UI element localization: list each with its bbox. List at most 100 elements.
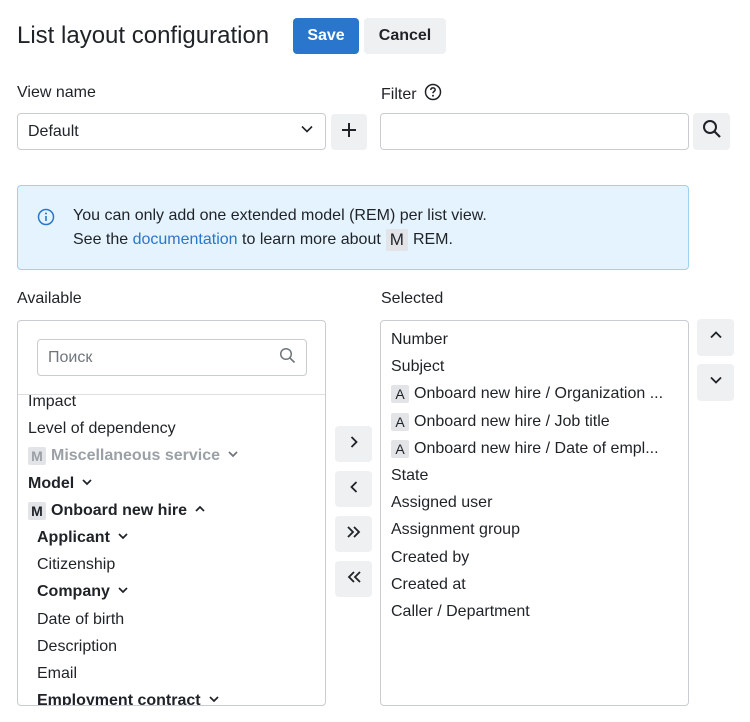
list-item-label: Assigned user [391, 494, 493, 512]
filter-label: Filter [381, 83, 442, 107]
list-item[interactable]: Date of birth [37, 610, 124, 630]
list-item-label: Level of dependency [28, 420, 176, 438]
info-icon [37, 208, 55, 231]
add-view-button[interactable] [331, 114, 367, 150]
list-item[interactable]: M Miscellaneous service [28, 446, 239, 466]
list-item[interactable]: State [391, 466, 428, 486]
filter-input[interactable] [380, 113, 689, 150]
banner-line-1: You can only add one extended model (REM… [73, 207, 487, 224]
plus-icon [340, 121, 358, 144]
list-item-label: Created by [391, 548, 470, 566]
move-right-button[interactable] [335, 426, 372, 462]
list-item-label: Citizenship [37, 556, 116, 574]
list-item[interactable]: Applicant [37, 528, 129, 548]
attribute-badge: A [391, 385, 409, 404]
chevron-down-icon [709, 373, 723, 392]
move-all-left-button[interactable] [335, 561, 372, 597]
filter-label-text: Filter [381, 86, 417, 103]
list-item[interactable]: Description [37, 637, 117, 657]
list-item-label: Applicant [37, 529, 110, 546]
list-item[interactable]: Assigned user [391, 493, 492, 513]
list-item-label: Onboard new hire [51, 501, 188, 519]
list-item[interactable]: Impact [28, 392, 76, 412]
move-all-right-button[interactable] [335, 516, 372, 552]
help-icon[interactable] [424, 83, 442, 107]
double-chevron-right-icon [346, 525, 362, 544]
list-item[interactable]: Subject [391, 357, 444, 377]
list-item[interactable]: Level of dependency [28, 419, 176, 439]
chevron-down-icon[interactable] [227, 446, 239, 466]
chevron-left-icon [347, 480, 361, 499]
list-item[interactable]: Created at [391, 575, 466, 595]
list-item[interactable]: Citizenship [37, 555, 115, 575]
list-item-label: Email [37, 665, 78, 682]
list-item-label: Created at [391, 575, 466, 593]
view-name-value: Default [28, 122, 79, 140]
list-item[interactable]: A Onboard new hire / Organization ... [391, 384, 663, 404]
chevron-down-icon [300, 122, 314, 141]
view-name-label: View name [17, 84, 96, 101]
banner-prefix: See the [73, 231, 129, 248]
documentation-link[interactable]: documentation [133, 229, 238, 251]
list-item-label: Subject [391, 358, 445, 376]
list-item-label: Onboard new hire / Organization ... [414, 385, 664, 403]
list-item-label: Onboard new hire / Date of empl... [414, 439, 659, 457]
list-item-label: Date of birth [37, 610, 125, 628]
banner-middle: to learn more about [242, 231, 381, 248]
double-chevron-left-icon [346, 570, 362, 589]
attribute-badge: A [391, 439, 409, 458]
model-badge: M [28, 501, 46, 520]
list-item-label: Miscellaneous service [51, 447, 220, 465]
list-item-label: Impact [28, 393, 77, 410]
search-icon [279, 347, 296, 369]
page-title: List layout configuration [17, 22, 270, 49]
list-item[interactable]: Number [391, 330, 448, 350]
list-item[interactable]: Company [37, 582, 129, 602]
attribute-badge: A [391, 412, 409, 431]
list-item-label: Company [37, 583, 110, 601]
available-search[interactable] [37, 339, 307, 376]
list-item[interactable]: Assignment group [391, 520, 520, 540]
list-item[interactable]: A Onboard new hire / Job title [391, 412, 610, 432]
list-item-label: Assignment group [391, 521, 520, 539]
move-down-button[interactable] [697, 364, 734, 401]
list-item[interactable]: Email [37, 664, 77, 684]
list-item[interactable]: Model [28, 474, 93, 494]
save-button[interactable]: Save [293, 18, 359, 54]
available-search-input[interactable] [48, 348, 258, 367]
available-label: Available [17, 290, 82, 307]
list-item-label: State [391, 467, 429, 484]
chevron-down-icon[interactable] [208, 691, 220, 705]
chevron-down-icon[interactable] [117, 528, 129, 548]
list-item-label: Onboard new hire / Job title [414, 412, 610, 430]
search-button[interactable] [693, 113, 730, 150]
model-badge: M [28, 447, 46, 466]
list-item-label: Model [28, 474, 75, 492]
list-item[interactable]: A Onboard new hire / Date of empl... [391, 439, 659, 459]
chevron-down-icon[interactable] [81, 474, 93, 494]
view-name-select[interactable]: Default [17, 113, 326, 150]
chevron-up-icon [709, 328, 723, 347]
list-item-label: Employment contract [37, 692, 201, 706]
list-item-label: Description [37, 637, 118, 655]
banner-suffix: REM. [412, 231, 453, 248]
chevron-right-icon [347, 435, 361, 454]
list-item-label: Caller / Department [391, 603, 530, 620]
chevron-up-icon[interactable] [194, 501, 206, 521]
available-list[interactable]: Impact Level of dependency M Miscellaneous … [17, 320, 326, 706]
info-banner: You can only add one extended model (REM… [17, 185, 689, 270]
move-left-button[interactable] [335, 471, 372, 507]
list-item[interactable]: Created by [391, 548, 469, 568]
cancel-button[interactable]: Cancel [364, 18, 446, 54]
list-item-label: Number [391, 331, 448, 348]
list-item[interactable]: Caller / Department [391, 602, 530, 622]
banner-line-2: See the documentation to learn more abou… [73, 229, 453, 251]
selected-label: Selected [381, 290, 444, 307]
chevron-down-icon[interactable] [117, 582, 129, 602]
list-item[interactable]: M Onboard new hire [28, 501, 206, 521]
model-badge: M [385, 229, 408, 251]
selected-list[interactable]: Number Subject A Onboard new hire / Organiz… [380, 320, 689, 706]
search-icon [702, 119, 722, 144]
move-up-button[interactable] [697, 319, 734, 356]
list-item[interactable]: Employment contract [37, 691, 220, 706]
